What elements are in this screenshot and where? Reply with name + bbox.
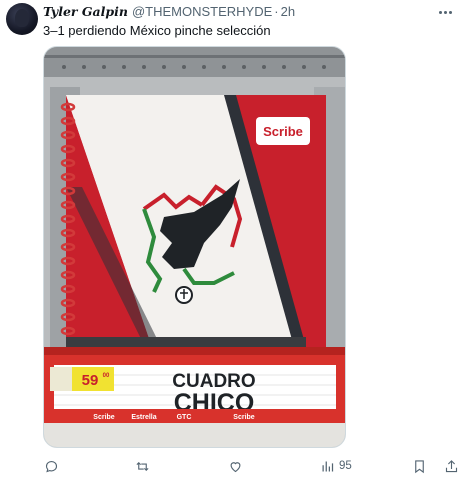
price-cents: 00 — [103, 373, 110, 379]
more-icon-dot — [448, 10, 452, 14]
tweet: Tyler Galpin @THEMONSTERHYDE · 2h 3–1 perdi… — [0, 0, 473, 480]
reply-icon — [45, 460, 58, 472]
retweet-icon — [136, 461, 149, 471]
more-options-button[interactable] — [435, 4, 455, 20]
reply-button[interactable] — [44, 456, 59, 476]
like-button[interactable] — [228, 456, 243, 476]
share-icon — [445, 459, 458, 472]
more-icon — [438, 10, 442, 14]
tweet-header: Tyler Galpin @THEMONSTERHYDE · 2h — [43, 4, 433, 20]
more-icon-dot — [443, 10, 447, 14]
notebook-photo: Scribe CUADRO CHICO 59 00 Scribe Estrell… — [44, 47, 345, 447]
heart-icon — [230, 461, 241, 472]
bookmark-button[interactable] — [412, 456, 427, 476]
display-name[interactable]: Tyler Galpin — [43, 4, 128, 19]
footer-brand-1: Scribe — [93, 414, 115, 421]
display-box: CUADRO CHICO 59 00 Scribe Estrella GTC S… — [44, 347, 345, 447]
tweet-media-photo[interactable]: Scribe CUADRO CHICO 59 00 Scribe Estrell… — [43, 46, 346, 448]
notebook-cover: Scribe — [66, 95, 326, 353]
retweet-button[interactable] — [135, 456, 150, 476]
bookmark-icon — [415, 459, 424, 473]
separator: · — [274, 4, 279, 19]
share-button[interactable] — [444, 456, 459, 476]
footer-brand-4: Scribe — [233, 414, 255, 421]
views-button[interactable]: 95 — [320, 456, 352, 476]
views-icon — [322, 461, 334, 471]
footer-brand-2: Estrella — [131, 414, 156, 421]
timestamp[interactable]: 2h — [281, 4, 295, 19]
handle[interactable]: @THEMONSTERHYDE — [132, 4, 272, 19]
views-count: 95 — [339, 460, 352, 472]
footer-brand-3: GTC — [177, 414, 192, 421]
tweet-text: 3–1 perdiendo México pinche selección — [43, 23, 271, 38]
avatar[interactable] — [6, 3, 38, 35]
brand-label: Scribe — [263, 124, 303, 139]
tweet-actions: 95 — [40, 456, 465, 476]
price-label: 59 — [82, 372, 99, 389]
